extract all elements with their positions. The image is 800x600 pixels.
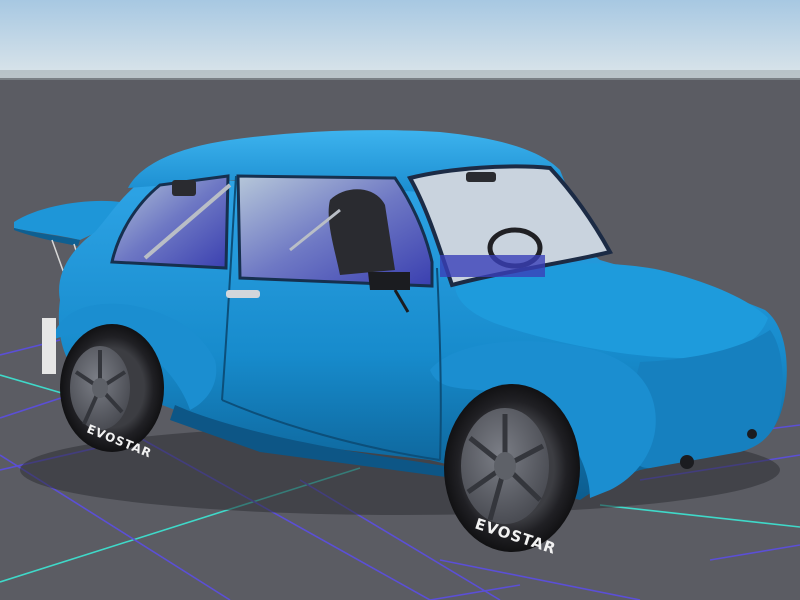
door-handle: [226, 290, 260, 298]
rear-mirror: [172, 180, 196, 196]
side-mirror: [368, 272, 410, 290]
3d-viewport[interactable]: EVOSTAR EVOSTAR: [0, 0, 800, 600]
scene-render: EVOSTAR EVOSTAR: [0, 0, 800, 600]
sky: [0, 0, 800, 78]
interior-mirror: [466, 172, 496, 182]
fog-light: [747, 429, 757, 439]
dashboard: [440, 255, 545, 277]
horizon-haze: [0, 70, 800, 80]
fog-light: [680, 455, 694, 469]
rear-plate: [42, 318, 56, 374]
